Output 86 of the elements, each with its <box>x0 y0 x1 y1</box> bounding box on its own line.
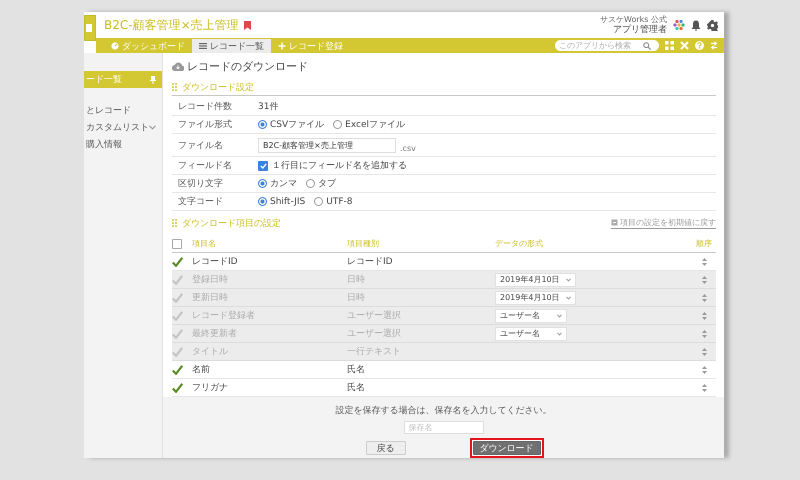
apps-icon[interactable] <box>673 19 685 31</box>
table-cell-text: 名前 <box>192 364 211 376</box>
sidebar-item[interactable]: 購入情報 <box>84 136 162 153</box>
chevron-down-icon <box>566 296 571 300</box>
field-label: フィールド名 <box>178 160 233 172</box>
checkbox[interactable] <box>258 160 268 170</box>
table-cell-text: ユーザー選択 <box>347 328 402 340</box>
column-header: 順序 <box>695 238 713 249</box>
nav-tab[interactable]: レコード一覧 <box>192 39 271 53</box>
reset-icon <box>611 219 618 226</box>
app-title: B2C-顧客管理×売上管理 <box>104 16 239 34</box>
table-cell-text: ユーザー選択 <box>347 310 402 322</box>
grid-icon[interactable] <box>665 41 674 50</box>
radio-label: Shift-JIS <box>270 196 306 206</box>
table-cell-text: 氏名 <box>347 382 366 394</box>
bell-icon[interactable] <box>691 20 701 30</box>
radio-button[interactable] <box>258 179 267 188</box>
chevron-down-icon <box>149 125 156 130</box>
table-cell-text: タイトル <box>192 346 229 358</box>
pin-icon <box>150 76 156 84</box>
radio-label: カンマ <box>270 178 297 190</box>
column-header: データの形式 <box>495 238 544 249</box>
radio-label: UTF-8 <box>326 196 352 206</box>
table-cell-text: 日時 <box>347 292 366 304</box>
checkmark-icon[interactable] <box>172 364 183 374</box>
radio-label: タブ <box>318 178 336 190</box>
back-button[interactable]: 戻る <box>366 441 406 455</box>
tools-icon[interactable] <box>680 41 689 50</box>
table-cell-text: レコードID <box>192 256 239 268</box>
checkbox-label: １行目にフィールド名を追加する <box>272 160 407 172</box>
bookmark-icon[interactable] <box>244 20 251 30</box>
swap-icon[interactable] <box>710 41 718 50</box>
field-label: ファイル名 <box>178 140 224 152</box>
sidebar-item[interactable]: とレコード <box>84 102 162 119</box>
settings-icon[interactable] <box>707 20 718 30</box>
table-cell-text: レコード登録者 <box>192 310 256 322</box>
select-all-checkbox[interactable] <box>172 238 182 248</box>
list-icon <box>199 42 207 50</box>
sort-handle-icon[interactable] <box>702 384 706 392</box>
radio-button[interactable] <box>314 197 324 206</box>
radio-button[interactable] <box>333 120 342 129</box>
field-label: 文字コード <box>178 196 224 208</box>
field-value: 31件 <box>258 100 278 113</box>
radio-button[interactable] <box>258 197 267 206</box>
table-cell-text: フリガナ <box>192 382 229 394</box>
input-field[interactable]: B2C-顧客管理×売上管理 <box>258 138 396 152</box>
chevron-down-icon <box>557 332 562 336</box>
table-cell-text: レコードID <box>347 256 394 268</box>
table-cell-text: 登録日時 <box>192 274 229 286</box>
field-label: ファイル形式 <box>178 118 233 131</box>
plus-icon <box>278 42 286 50</box>
page-title: レコードのダウンロード <box>187 58 308 74</box>
column-header: 項目名 <box>192 238 217 249</box>
table-cell-text: 日時 <box>347 274 366 286</box>
sort-handle-icon[interactable] <box>702 366 706 374</box>
checkmark-icon[interactable] <box>172 382 183 392</box>
help-icon[interactable] <box>695 41 704 50</box>
grip-icon <box>172 219 177 227</box>
download-button[interactable]: ダウンロード <box>472 441 540 455</box>
sidebar-item[interactable]: カスタムリスト <box>84 119 162 136</box>
save-name-field[interactable]: 保存名 <box>404 421 484 434</box>
section-heading: ダウンロード項目の設定 <box>182 218 281 230</box>
radio-button[interactable] <box>258 120 267 129</box>
user-role: アプリ管理者 <box>613 25 667 36</box>
chevron-down-icon <box>557 314 562 318</box>
field-label: レコード件数 <box>178 100 233 113</box>
search-icon <box>643 42 651 50</box>
dashboard-icon <box>111 42 119 50</box>
grip-icon <box>172 83 177 91</box>
organization-name: サスケWorks 公式 <box>600 14 667 24</box>
search-field[interactable]: このアプリから検索 <box>555 40 659 51</box>
table-cell-text: 更新日時 <box>192 292 229 304</box>
column-header: 項目種別 <box>347 238 380 249</box>
save-instruction: 設定を保存する場合は、保存名を入力してください。 <box>336 404 552 417</box>
chevron-down-icon <box>566 278 571 282</box>
section-heading: ダウンロード設定 <box>182 82 254 94</box>
radio-label: Excelファイル <box>345 119 405 131</box>
cloud-download-icon <box>172 62 184 70</box>
table-cell-text: 最終更新者 <box>192 328 238 340</box>
checkmark-icon[interactable] <box>172 256 183 266</box>
file-extension: .csv <box>400 144 416 152</box>
sort-handle-icon[interactable] <box>702 258 706 266</box>
radio-label: CSVファイル <box>270 119 324 131</box>
table-cell-text: 氏名 <box>347 364 366 376</box>
field-label: 区切り文字 <box>178 178 224 190</box>
radio-button[interactable] <box>306 179 315 188</box>
